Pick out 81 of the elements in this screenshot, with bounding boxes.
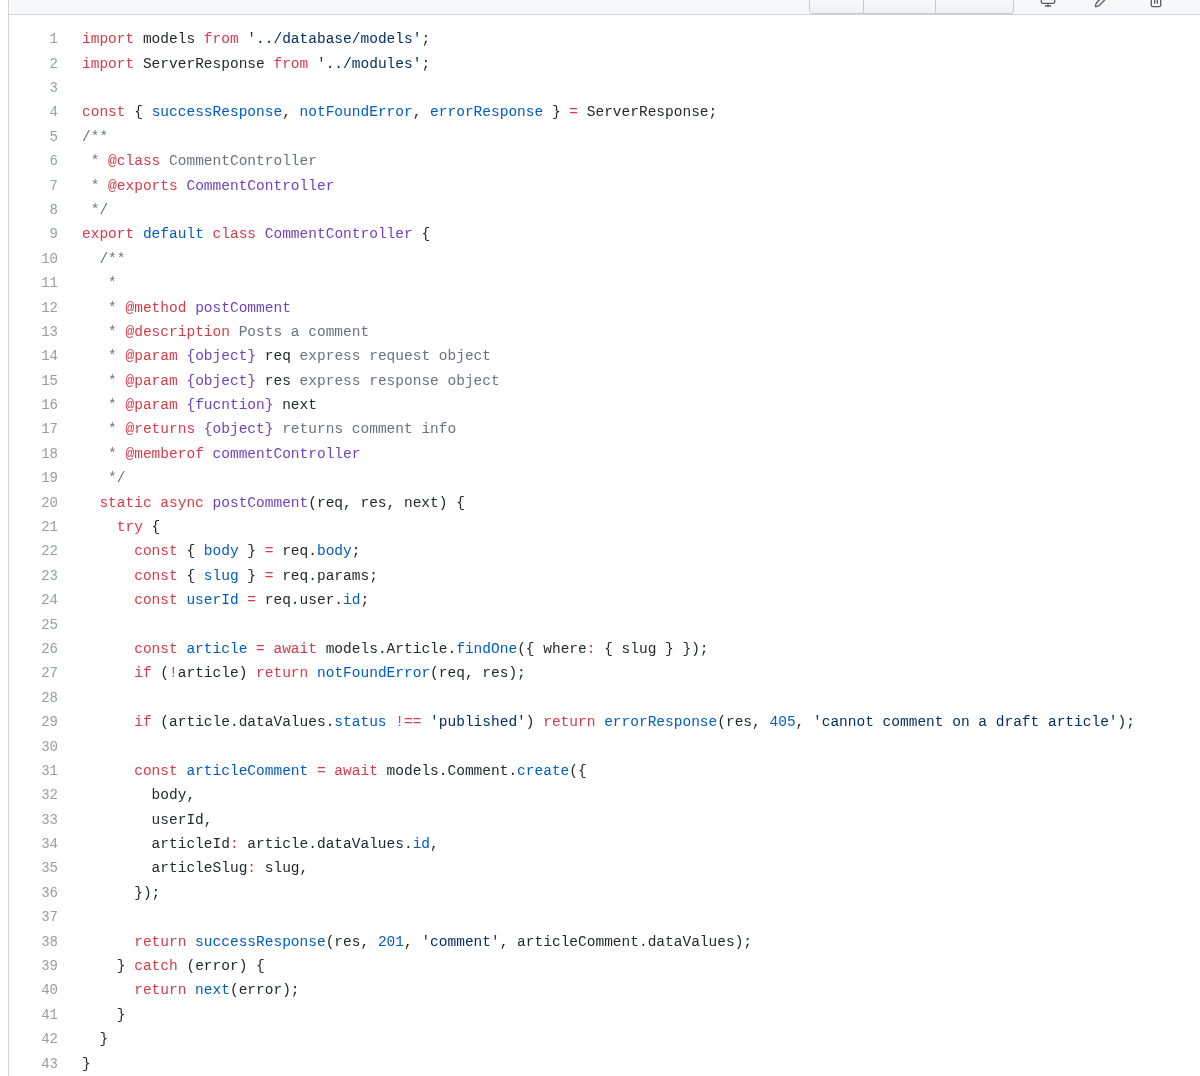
line-number: 26 [40,639,58,659]
line-number: 19 [40,469,58,489]
code-line: articleSlug: slug, [150,859,309,879]
line-number: 18 [40,444,58,464]
code-line: const { body } = req.body; [133,542,361,562]
code-line: userId, [150,810,213,830]
line-number: 37 [40,908,58,928]
line-number: 27 [40,664,58,684]
line-number: 43 [40,1054,58,1074]
code-line: import ServerResponse from '../modules'; [82,54,431,74]
code-line: if (!article) return notFoundError(req, res); [133,664,526,684]
line-number: 10 [40,249,58,269]
code-line: * @method postComment [107,298,291,318]
line-number: 41 [40,1005,58,1025]
line-number: 33 [40,810,58,830]
code-line: const articleComment = await models.Comment.create({ [133,761,587,781]
line-number: 6 [48,152,58,172]
code-line: import models from '../database/models'; [82,30,431,50]
line-number: 14 [40,347,58,367]
code-line: /** [82,127,109,147]
line-number: 32 [40,786,58,806]
line-number: 28 [40,688,58,708]
line-number: 20 [40,493,58,513]
line-number: 12 [40,298,58,318]
code-line: export default class CommentController { [82,225,431,245]
line-number: 38 [40,932,58,952]
line-number: 24 [40,591,58,611]
line-number: 9 [48,225,58,245]
line-number: 16 [40,396,58,416]
code-line: * @returns {object} returns comment info [107,420,457,440]
code-line: }); [133,883,161,903]
code-line: const { successResponse, notFoundError, errorResponse } = ServerResponse; [82,103,718,123]
code-line: } [115,1005,126,1025]
line-number: 23 [40,566,58,586]
code-line: * @param {fucntion} next [107,396,317,416]
code-line: /** [98,249,126,269]
code-line: return successResponse(res, 201, 'comment', articleComment.dataValues); [133,932,753,952]
line-number: 5 [48,127,58,147]
code-line: */ [89,200,109,220]
line-number: 36 [40,883,58,903]
code-line: const { slug } = req.params; [133,566,378,586]
line-number: 40 [40,981,58,1001]
code-line: body, [150,786,196,806]
line-number: 22 [40,542,58,562]
line-number: 13 [40,322,58,342]
code-line: try { [115,518,161,537]
code-line: } [98,1030,109,1050]
code-line: } catch (error) { [115,957,265,977]
line-number: 8 [48,200,58,220]
line-number: 21 [40,518,58,537]
line-number: 42 [40,1030,58,1050]
code-line: const userId = req.user.id; [133,591,370,611]
line-number: 1 [48,30,58,50]
code-line: * @param {object} req express request object [107,347,491,367]
line-number: 17 [40,420,58,440]
line-number: 30 [40,737,58,757]
code-line: articleId: article.dataValues.id, [150,835,439,855]
line-number: 11 [40,274,58,294]
line-number: 31 [40,761,58,781]
line-number: 4 [48,103,58,123]
line-number: 39 [40,957,58,977]
line-number: 34 [40,835,58,855]
line-number: 3 [48,79,58,98]
line-number: 29 [40,713,58,733]
line-number: 35 [40,859,58,879]
code-line: * @param {object} res express response object [107,371,500,391]
code-line: return next(error); [133,981,300,1001]
code-line: * @memberof commentController [107,444,361,464]
line-number: 15 [40,371,58,391]
line-number: 25 [40,615,58,635]
code-line: * @exports CommentController [89,176,335,196]
code-line: } [82,1054,91,1074]
code-line: const article = await models.Article.findOne({ where: { slug } }); [133,639,709,659]
code-line: * @description Posts a comment [107,322,370,342]
line-number: 2 [48,54,58,74]
line-number: 7 [48,176,58,196]
code-line: */ [107,469,126,489]
code-line: static async postComment(req, res, next) { [98,493,465,513]
code-line: if (article.dataValues.status !== 'published') return errorResponse(res, 405, 'cannot comment on a draft article'); [133,713,1135,733]
code-line: * @class CommentController [89,152,317,172]
code-line: * [107,274,117,294]
